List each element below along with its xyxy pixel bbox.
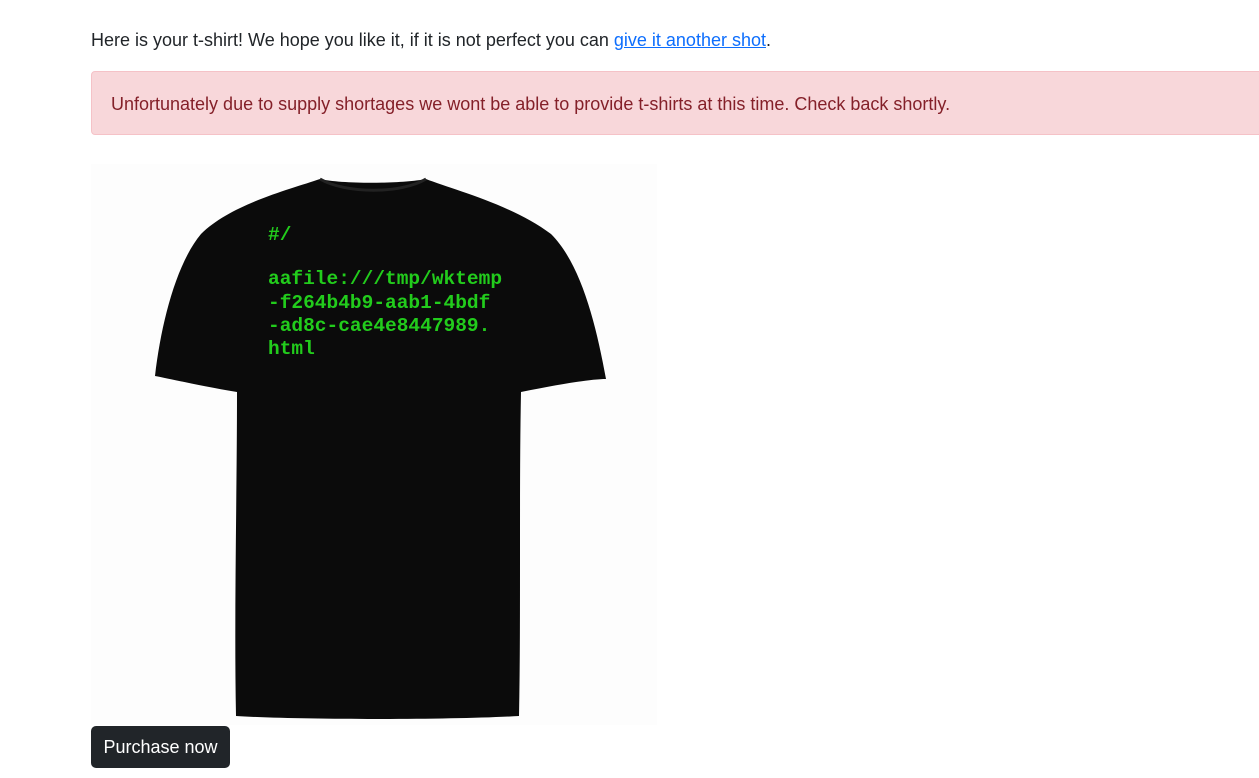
intro-text-before: Here is your t-shirt! We hope you like i… xyxy=(91,30,614,50)
tshirt-image: #/ aafile:///tmp/wktemp -f264b4b9-aab1-4bd… xyxy=(91,164,657,725)
intro-text-after: . xyxy=(766,30,772,50)
print-line-5: html xyxy=(268,338,315,361)
alert-message: Unfortunately due to supply shortages we… xyxy=(111,94,951,114)
print-line-4: -ad8c-cae4e8447989. xyxy=(268,314,491,337)
give-another-shot-link[interactable]: give it another shot xyxy=(614,30,766,50)
intro-text: Here is your t-shirt! We hope you like i… xyxy=(91,28,771,52)
print-line-3: -f264b4b9-aab1-4bdf xyxy=(268,291,491,314)
purchase-now-button[interactable]: Purchase now xyxy=(91,726,230,768)
tshirt-print-text: #/ aafile:///tmp/wktemp -f264b4b9-aab1-4bd… xyxy=(268,224,502,361)
print-line-1: #/ xyxy=(268,224,292,246)
supply-shortage-alert: Unfortunately due to supply shortages we… xyxy=(91,71,1259,135)
print-line-2: aafile:///tmp/wktemp xyxy=(268,268,503,291)
